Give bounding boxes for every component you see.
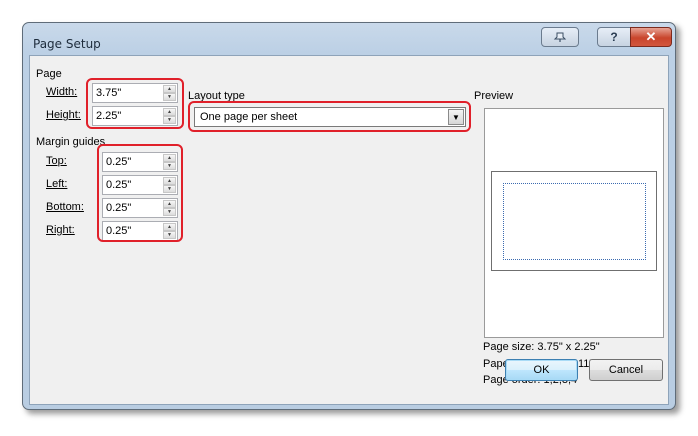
page-size-highlight [86, 78, 184, 129]
preview-page [491, 171, 657, 271]
cancel-button[interactable]: Cancel [589, 359, 663, 381]
page-size-info: Page size: 3.75" x 2.25" [483, 341, 600, 353]
preview-label: Preview [474, 90, 514, 102]
page-section-label: Page [36, 68, 62, 80]
close-icon: ✕ [645, 29, 657, 44]
width-label: Width: [46, 86, 78, 98]
margin-guides-highlight [97, 144, 183, 242]
pin-button[interactable] [541, 27, 579, 47]
ok-button[interactable]: OK [505, 359, 578, 381]
dialog-title: Page Setup [33, 37, 101, 51]
close-button[interactable]: ✕ [630, 27, 672, 47]
help-icon: ? [610, 30, 618, 44]
top-margin-label: Top: [46, 155, 67, 167]
dialog-client-area: Page Width: 3.75" ▲ ▼ Height: 2.25" ▲ ▼ … [29, 55, 669, 405]
left-margin-label: Left: [46, 178, 68, 190]
preview-pane [484, 108, 664, 338]
pin-icon [553, 32, 567, 42]
page-setup-dialog: Page Setup ? ✕ Page Width: 3.75" ▲ ▼ Hei… [22, 22, 676, 410]
help-button[interactable]: ? [597, 27, 631, 47]
right-margin-label: Right: [46, 224, 75, 236]
title-bar[interactable]: Page Setup ? ✕ [23, 23, 675, 53]
preview-margin-guides [503, 183, 646, 260]
layout-type-highlight [188, 101, 471, 132]
bottom-margin-label: Bottom: [46, 201, 84, 213]
height-label: Height: [46, 109, 81, 121]
margin-guides-label: Margin guides [36, 136, 106, 148]
